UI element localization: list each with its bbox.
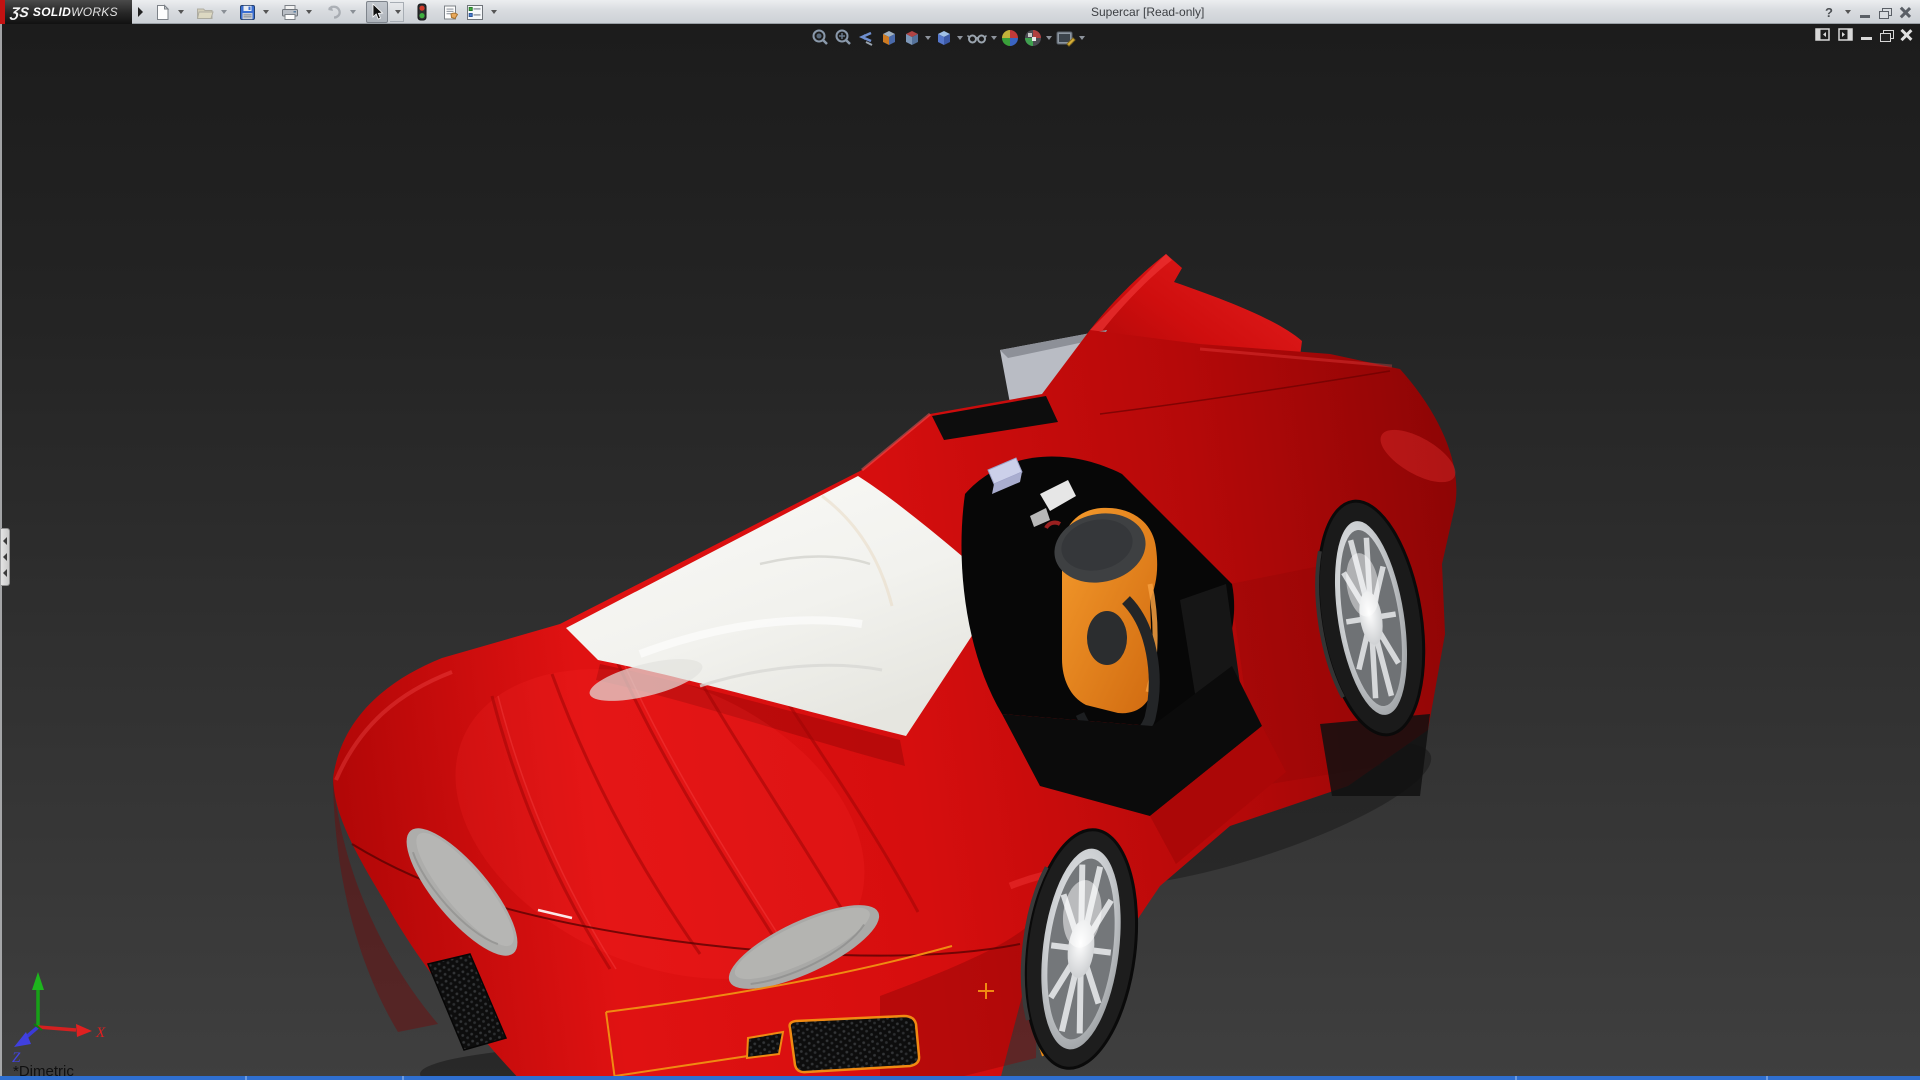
display-style-button[interactable] <box>934 28 963 48</box>
main-toolbar <box>152 0 497 24</box>
view-settings-caret[interactable] <box>1079 36 1085 40</box>
display-style-caret[interactable] <box>957 36 963 40</box>
open-icon <box>196 8 214 19</box>
save-button[interactable] <box>237 1 258 23</box>
close-icon[interactable] <box>1899 7 1910 18</box>
open-caret[interactable] <box>221 10 227 14</box>
window-title: Supercar [Read-only] <box>1091 5 1205 19</box>
minimize-icon[interactable] <box>1860 14 1870 18</box>
title-bar: ƷS SOLID WORKS Supercar [Read-only] ? <box>0 0 1920 24</box>
zoom-to-area-icon <box>835 29 851 45</box>
hide-show-items-caret[interactable] <box>991 36 997 40</box>
previous-view-icon <box>858 31 873 46</box>
edit-appearance-icon <box>1002 30 1018 46</box>
car-model[interactable]: X Z <box>0 24 1920 1080</box>
print-caret[interactable] <box>306 10 312 14</box>
edit-appearance-button[interactable] <box>1000 28 1020 48</box>
solidworks-logo: ƷS SOLID WORKS <box>5 0 132 24</box>
car-intake-center <box>788 1014 921 1074</box>
solidworks-logo-bold: SOLID <box>32 5 72 19</box>
menu-expand-arrow-icon[interactable] <box>138 7 143 17</box>
view-settings-button[interactable] <box>1055 28 1085 48</box>
feature-panel-collapsed-tab[interactable] <box>1 528 10 586</box>
new-document-icon <box>157 3 170 20</box>
section-view-icon <box>883 31 895 45</box>
doc-minimize-icon[interactable] <box>1861 37 1872 40</box>
doc-restore-icon[interactable] <box>1880 29 1894 42</box>
print-icon <box>282 4 298 20</box>
options-icon <box>467 4 483 20</box>
window-controls: ? <box>1825 0 1910 24</box>
help-icon[interactable]: ? <box>1825 5 1833 20</box>
new-document-button[interactable] <box>152 1 173 23</box>
select-button[interactable] <box>366 1 388 23</box>
undo-button[interactable] <box>322 1 345 23</box>
solidworks-logo-light: WORKS <box>71 5 118 19</box>
view-orientation-icon <box>906 31 918 45</box>
hide-show-items-icon <box>966 34 988 44</box>
help-caret[interactable] <box>1845 10 1851 14</box>
pane-right-icon[interactable] <box>1838 28 1853 41</box>
orientation-triad: X Z <box>12 972 106 1066</box>
save-icon <box>240 4 255 20</box>
zoom-to-fit-button[interactable] <box>810 28 830 48</box>
print-button[interactable] <box>279 1 301 23</box>
file-properties-button[interactable] <box>440 1 462 23</box>
select-cursor-icon <box>372 3 384 20</box>
file-properties-icon <box>444 5 459 19</box>
open-button[interactable] <box>194 1 216 23</box>
headsup-view-toolbar <box>810 27 1085 49</box>
view-orientation-caret[interactable] <box>925 36 931 40</box>
triad-x-label: X <box>95 1025 106 1041</box>
graphics-viewport[interactable]: X Z *Dimetric <box>0 24 1920 1080</box>
doc-close-icon[interactable] <box>1900 29 1912 41</box>
undo-caret[interactable] <box>350 10 356 14</box>
section-view-button[interactable] <box>879 28 899 48</box>
save-caret[interactable] <box>263 10 269 14</box>
rebuild-button[interactable] <box>414 1 430 23</box>
rebuild-traffic-light-icon <box>417 3 427 21</box>
status-bar-edge <box>0 1076 1920 1080</box>
undo-icon <box>328 5 341 19</box>
select-caret[interactable] <box>390 2 404 22</box>
new-document-caret[interactable] <box>178 10 184 14</box>
document-window-controls <box>1815 28 1912 42</box>
view-orientation-button[interactable] <box>902 28 931 48</box>
apply-scene-caret[interactable] <box>1046 36 1052 40</box>
restore-icon[interactable] <box>1879 7 1892 19</box>
hide-show-items-button[interactable] <box>966 28 997 48</box>
view-settings-icon <box>1056 31 1076 47</box>
zoom-to-fit-icon <box>812 29 828 45</box>
options-caret[interactable] <box>491 10 497 14</box>
pane-left-icon[interactable] <box>1815 28 1830 41</box>
display-style-icon <box>938 31 950 45</box>
previous-view-button[interactable] <box>856 28 876 48</box>
collapse-arrow-icon <box>3 569 7 577</box>
collapse-arrow-icon <box>3 537 7 545</box>
collapse-arrow-icon <box>3 553 7 561</box>
apply-scene-icon <box>1025 30 1041 46</box>
solidworks-logo-glyph: ƷS <box>9 4 31 20</box>
apply-scene-button[interactable] <box>1023 28 1052 48</box>
zoom-to-area-button[interactable] <box>833 28 853 48</box>
options-button[interactable] <box>464 1 486 23</box>
